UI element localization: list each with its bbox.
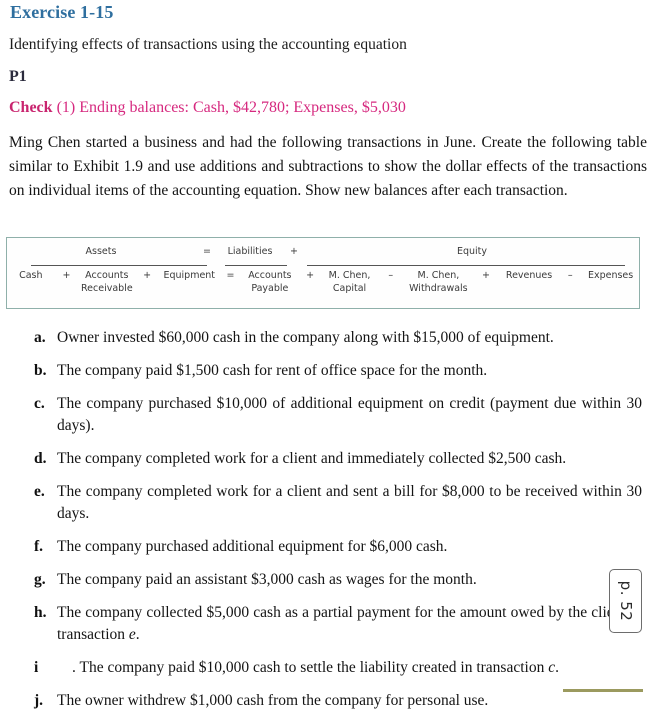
list-item: f. The company purchased additional equi… <box>0 536 656 558</box>
accounting-equation-table: Assets = Liabilities + Equity Cash + Acc… <box>6 237 640 309</box>
list-item: b. The company paid $1,500 cash for rent… <box>0 360 656 382</box>
textbook-page: Exercise 1-15 Identifying effects of tra… <box>0 0 656 709</box>
list-item: e. The company completed work for a clie… <box>0 481 656 525</box>
group-liabilities: Liabilities <box>227 246 273 257</box>
list-item-text: Owner invested $60,000 cash in the compa… <box>57 329 554 346</box>
column-revenues-line1: Revenues <box>505 270 553 281</box>
check-values: (1) Ending balances: Cash, $42,780; Expe… <box>52 99 406 116</box>
equation-column-row: Cash + Accounts Receivable + Equipment =… <box>7 270 639 295</box>
page-number-label: p. 52 <box>616 580 635 622</box>
list-item-text: The owner withdrew $1,000 cash from the … <box>57 692 489 709</box>
list-item-marker: f. <box>34 538 44 555</box>
list-item-text: The company completed work for a client … <box>57 483 642 522</box>
problem-code-label: P1 <box>9 68 27 85</box>
list-item-text: The company purchased $10,000 of additio… <box>57 395 642 434</box>
liabilities-underline <box>225 265 287 266</box>
list-item: a. Owner invested $60,000 cash in the co… <box>0 327 656 349</box>
column-owner-withdrawals: M. Chen, Withdrawals <box>405 270 473 295</box>
assets-underline <box>31 265 207 266</box>
operator-plus-revenues: + <box>482 270 490 281</box>
operator-equals-bottom: = <box>226 270 235 281</box>
list-item: d. The company completed work for a clie… <box>0 448 656 470</box>
bottom-divider <box>563 689 643 692</box>
column-ar-line1: Accounts <box>85 270 129 281</box>
list-item-marker: c. <box>34 395 45 412</box>
column-cash: Cash <box>7 270 55 283</box>
column-accounts-payable: Accounts Payable <box>241 270 298 295</box>
column-accounts-receivable: Accounts Receivable <box>78 270 135 295</box>
column-cash-line1: Cash <box>19 270 43 281</box>
operator-plus-equity-bottom: + <box>306 270 315 281</box>
list-item-marker: a. <box>34 329 46 346</box>
list-item: j. The owner withdrew $1,000 cash from t… <box>0 690 656 712</box>
equity-underline <box>307 265 625 266</box>
column-ap-line2: Payable <box>251 282 289 294</box>
column-withdrawals-line1: M. Chen, <box>417 270 460 281</box>
exercise-instructions: Ming Chen started a business and had the… <box>9 134 647 199</box>
column-revenues: Revenues <box>500 270 559 283</box>
list-item-marker: j. <box>34 692 44 709</box>
check-answer-line: Check (1) Ending balances: Cash, $42,780… <box>9 99 406 117</box>
column-expenses-line1: Expenses <box>587 270 634 281</box>
list-item-marker: g. <box>34 571 46 588</box>
list-item-marker: h. <box>34 604 47 621</box>
list-item: g. The company paid an assistant $3,000 … <box>0 569 656 591</box>
page-number-tab[interactable]: p. 52 <box>609 569 642 633</box>
equation-group-row: Assets = Liabilities + Equity <box>7 246 639 259</box>
check-label: Check <box>9 99 53 116</box>
column-owner-capital: M. Chen, Capital <box>322 270 377 295</box>
operator-equals-top: = <box>203 246 211 257</box>
operator-minus-expenses: – <box>567 270 573 281</box>
operator-plus-equity-top: + <box>290 246 298 257</box>
operator-plus-assets-1: + <box>62 270 71 281</box>
column-ap-line1: Accounts <box>248 270 292 281</box>
list-item: h. The company collected $5,000 cash as … <box>0 602 656 646</box>
exercise-subtitle: Identifying effects of transactions usin… <box>9 36 407 53</box>
operator-plus-assets-2: + <box>143 270 152 281</box>
list-item-marker: e. <box>34 483 45 500</box>
transaction-list: a. Owner invested $60,000 cash in the co… <box>0 327 656 723</box>
group-assets: Assets <box>85 246 117 257</box>
group-equity: Equity <box>456 246 488 257</box>
list-item-text: The company paid $1,500 cash for rent of… <box>57 362 488 379</box>
list-item-marker: d. <box>34 450 47 467</box>
column-capital-line2: Capital <box>332 282 367 294</box>
page-title: Exercise 1-15 <box>10 2 114 22</box>
list-item-text: The company paid an assistant $3,000 cas… <box>57 571 477 588</box>
list-item: c. The company purchased $10,000 of addi… <box>0 393 656 437</box>
list-item: i . The company paid $10,000 cash to set… <box>0 657 656 679</box>
list-item-marker: i <box>34 659 39 676</box>
column-capital-line1: M. Chen, <box>328 270 371 281</box>
column-withdrawals-line2: Withdrawals <box>409 282 468 294</box>
column-ar-line2: Receivable <box>80 282 133 294</box>
operator-minus-withdrawals: – <box>388 270 394 281</box>
list-item-text: . The company paid $10,000 cash to settl… <box>72 659 559 676</box>
list-item-text: The company purchased additional equipme… <box>57 538 448 555</box>
column-equipment-line1: Equipment <box>163 270 216 281</box>
list-item-text: The company completed work for a client … <box>57 450 567 467</box>
list-item-text: The company collected $5,000 cash as a p… <box>57 604 642 643</box>
column-expenses: Expenses <box>582 270 639 283</box>
list-item-marker: b. <box>34 362 47 379</box>
column-equipment: Equipment <box>159 270 219 283</box>
